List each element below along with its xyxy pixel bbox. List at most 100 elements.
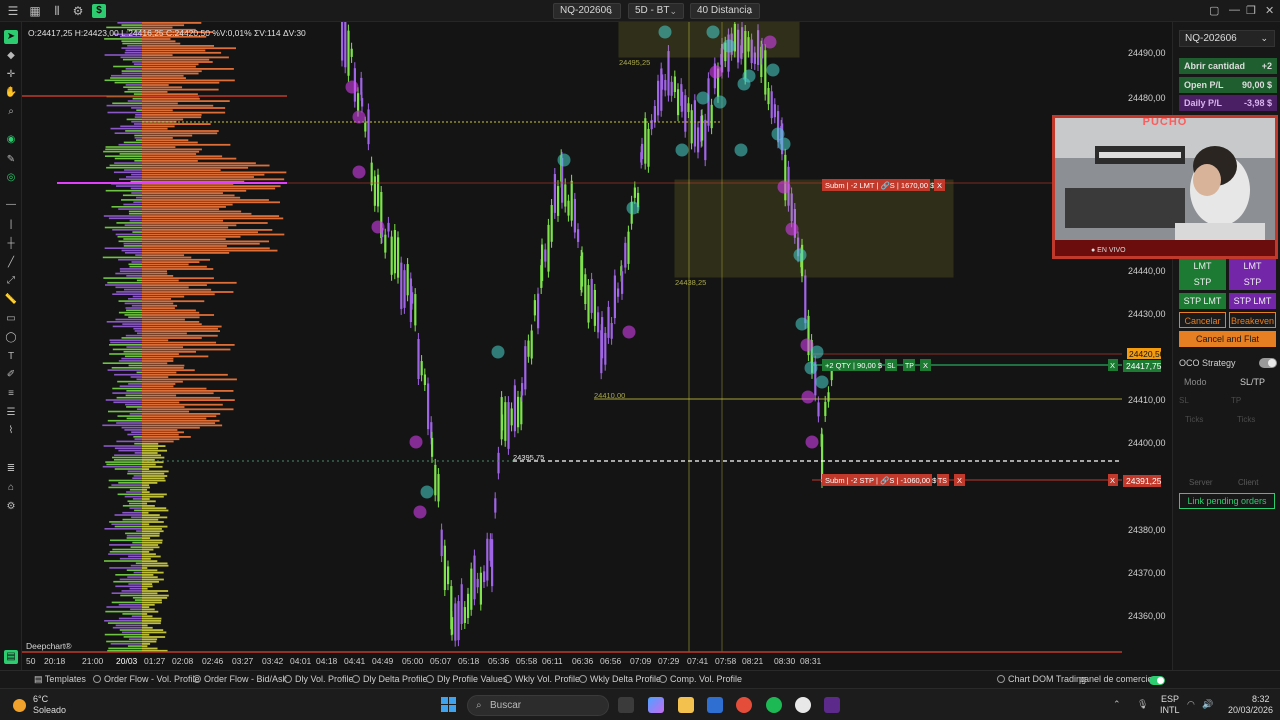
tab-dly-delta-profile[interactable]: Dly Delta Profile: [352, 674, 428, 684]
sell-stp-button[interactable]: STP: [1229, 274, 1276, 290]
profile-bar: [142, 284, 207, 286]
templates-button[interactable]: ▤ Templates: [34, 674, 86, 685]
task-view-icon[interactable]: [618, 697, 634, 713]
delta-bar: [118, 617, 142, 620]
store-icon[interactable]: [707, 697, 723, 713]
crosshair-icon[interactable]: ✛: [4, 68, 18, 82]
brush-alt-icon[interactable]: ⌇: [4, 424, 18, 438]
language-label[interactable]: ESP: [1161, 694, 1179, 704]
panel-comercio-toggle[interactable]: [1149, 676, 1165, 685]
pen-icon[interactable]: ✐: [4, 368, 18, 382]
cancel-button[interactable]: Cancelar: [1179, 312, 1226, 328]
delta-bar: [112, 392, 142, 394]
symbol-select[interactable]: NQ-202606 ⌄: [553, 3, 621, 19]
oco-toggle[interactable]: [1259, 358, 1277, 368]
quantity-row[interactable]: Abrir cantidad +2: [1179, 58, 1277, 74]
copilot-icon[interactable]: [648, 697, 664, 713]
cross-line-icon[interactable]: ┼: [4, 237, 18, 251]
eraser-icon[interactable]: ◆: [4, 49, 18, 63]
panel-symbol-select[interactable]: NQ-202606 ⌄: [1179, 30, 1275, 47]
obs-icon[interactable]: [795, 697, 811, 713]
fib-icon[interactable]: ⤢: [4, 274, 18, 288]
weather-sun-icon[interactable]: [13, 699, 26, 712]
tab-comp-vol-profile[interactable]: Comp. Vol. Profile: [659, 674, 742, 684]
clock-time[interactable]: 8:32: [1252, 694, 1270, 704]
close-icon[interactable]: ✕: [1265, 4, 1274, 17]
rectangle-icon[interactable]: ▭: [4, 312, 18, 326]
candle-body: [473, 555, 476, 600]
magnet-icon[interactable]: ◎: [4, 171, 18, 185]
sell-limit-order[interactable]: Subm | -2 LMT | 🔗S | 1670,00 $ X: [822, 179, 945, 191]
brush-icon[interactable]: ✎: [4, 153, 18, 167]
breakeven-button[interactable]: Breakeven: [1229, 312, 1276, 328]
chart-type-icon[interactable]: ⫴: [50, 4, 64, 18]
delta-bar: [123, 350, 142, 353]
delta-bar: [105, 461, 142, 463]
chrome-icon[interactable]: [736, 697, 752, 713]
candle-body: [344, 22, 347, 68]
range-select[interactable]: 40 Distancia ⌄: [690, 3, 760, 19]
time-label: 01:27: [144, 656, 166, 666]
chart-dom-trading-radio[interactable]: Chart DOM Trading: [997, 674, 1086, 684]
settings-icon[interactable]: ⚙: [71, 4, 85, 18]
trendline-icon[interactable]: ╱: [4, 256, 18, 270]
zoom-icon[interactable]: ⌕: [4, 105, 18, 119]
cancel-and-flat-button[interactable]: Cancel and Flat: [1179, 331, 1276, 347]
profile-bar: [142, 408, 234, 411]
tab-dly-profile-values[interactable]: Dly Profile Values: [426, 674, 507, 684]
profile-bar: [142, 511, 149, 514]
server-radio[interactable]: Server: [1189, 478, 1213, 487]
horizontal-line-icon[interactable]: —: [4, 198, 18, 212]
vertical-line-icon[interactable]: |: [4, 218, 18, 232]
settings-small-icon[interactable]: ⚙: [4, 500, 18, 514]
eye-icon[interactable]: ◉: [4, 133, 18, 147]
tab-wkly-vol-profile[interactable]: Wkly Vol. Profile: [504, 674, 580, 684]
sell-stp-lmt-button[interactable]: STP LMT: [1229, 293, 1276, 309]
volume-icon[interactable]: 🔊: [1202, 699, 1213, 710]
layout-icon[interactable]: ▦: [28, 4, 42, 18]
windows-start-icon[interactable]: [441, 697, 457, 713]
cursor-icon[interactable]: ➤: [4, 30, 18, 44]
lock-icon[interactable]: ⌂: [4, 481, 18, 495]
text-icon[interactable]: T: [4, 350, 18, 364]
tab-wkly-delta-profile[interactable]: Wkly Delta Profile: [579, 674, 661, 684]
dollar-icon[interactable]: $: [92, 4, 106, 18]
time-label: 04:18: [316, 656, 338, 666]
ruler-icon[interactable]: 📏: [4, 293, 18, 307]
price-chart[interactable]: 24490,00 24480,00 24440,00 24430,00 2441…: [22, 22, 1172, 670]
lines-icon[interactable]: ☰: [4, 406, 18, 420]
buy-stp-button[interactable]: STP: [1179, 274, 1226, 290]
taskbar-search[interactable]: ⌕ Buscar: [467, 695, 609, 716]
buy-stp-lmt-button[interactable]: STP LMT: [1179, 293, 1226, 309]
layers-icon[interactable]: ≣: [4, 462, 18, 476]
tab-dly-vol-profile[interactable]: Dly Vol. Profile: [284, 674, 354, 684]
grid-icon[interactable]: ▤: [4, 650, 18, 664]
window-icon[interactable]: ▢: [1209, 4, 1219, 17]
menu-icon[interactable]: ☰: [6, 4, 20, 18]
link-pending-orders-button[interactable]: Link pending orders: [1179, 493, 1275, 509]
wifi-icon[interactable]: ◠: [1187, 699, 1195, 710]
file-explorer-icon[interactable]: [678, 697, 694, 713]
minimize-icon[interactable]: —: [1229, 4, 1240, 16]
profile-bar: [142, 208, 220, 211]
trade-bubble: [804, 361, 818, 375]
client-radio[interactable]: Client: [1238, 478, 1258, 487]
profile-bar: [142, 58, 210, 61]
timeframe-select[interactable]: 5D - BT ⌄: [628, 3, 684, 19]
tab-order-flow-bid-ask[interactable]: Order Flow - Bid/Ask: [193, 674, 287, 684]
deepchart-app-icon[interactable]: [824, 697, 840, 713]
tray-chevron-icon[interactable]: ⌃: [1113, 699, 1121, 710]
microphone-icon[interactable]: 🎙: [1137, 699, 1148, 710]
delta-bar: [134, 330, 142, 332]
ellipse-icon[interactable]: ◯: [4, 331, 18, 345]
mode-select[interactable]: SL/TP: [1240, 377, 1265, 387]
buy-lmt-button[interactable]: LMT: [1179, 258, 1226, 274]
restore-icon[interactable]: ❐: [1246, 4, 1256, 17]
candle-body: [501, 414, 504, 431]
hand-icon[interactable]: ✋: [4, 86, 18, 100]
spotify-icon[interactable]: [766, 697, 782, 713]
profile-bar: [142, 114, 202, 116]
list-icon[interactable]: ≡: [4, 387, 18, 401]
sell-lmt-button[interactable]: LMT: [1229, 258, 1276, 274]
tab-order-flow-vol-profile[interactable]: Order Flow - Vol. Profile: [93, 674, 200, 684]
